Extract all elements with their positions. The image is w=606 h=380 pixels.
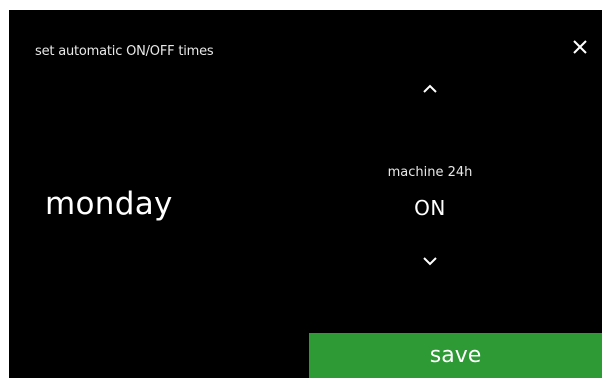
setting-value: ON	[414, 196, 446, 220]
decrease-button[interactable]	[415, 250, 445, 272]
chevron-up-icon	[423, 84, 437, 93]
close-button[interactable]	[567, 34, 593, 60]
setting-label: machine 24h	[387, 165, 473, 180]
save-button[interactable]: save	[309, 333, 602, 378]
close-icon	[573, 40, 587, 54]
settings-screen: set automatic ON/OFF times monday machin…	[9, 10, 602, 378]
page-title: set automatic ON/OFF times	[35, 44, 214, 59]
chevron-down-icon	[423, 257, 437, 266]
day-label: monday	[45, 186, 173, 222]
increase-button[interactable]	[415, 78, 445, 100]
